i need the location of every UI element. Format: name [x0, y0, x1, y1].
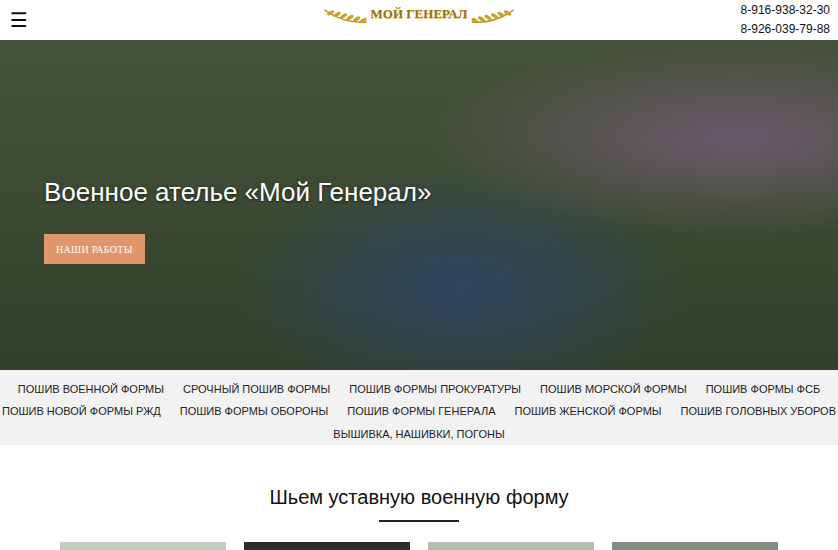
nav-item[interactable]: ВЫШИВКА, НАШИВКИ, ПОГОНЫ — [333, 428, 504, 440]
nav-item[interactable]: ПОШИВ ФОРМЫ ПРОКУРАТУРЫ — [349, 383, 521, 395]
nav-item[interactable]: ПОШИВ ФОРМЫ ОБОРОНЫ — [180, 405, 328, 417]
gallery-photo[interactable] — [244, 542, 410, 550]
laurel-left-icon — [323, 2, 369, 26]
nav-item[interactable]: ПОШИВ ГОЛОВНЫХ УБОРОВ — [681, 405, 836, 417]
nav-row: ВЫШИВКА, НАШИВКИ, ПОГОНЫ — [333, 423, 504, 445]
logo[interactable]: МОЙ ГЕНЕРАЛ — [323, 2, 516, 26]
service-nav: ПОШИВ ВОЕННОЙ ФОРМЫ СРОЧНЫЙ ПОШИВ ФОРМЫ ПО… — [0, 370, 838, 445]
nav-item[interactable]: ПОШИВ МОРСКОЙ ФОРМЫ — [540, 383, 687, 395]
phone-link[interactable]: 8-926-039-79-88 — [741, 22, 830, 37]
phone-link[interactable]: 8-916-938-32-30 — [741, 3, 830, 18]
gallery — [60, 542, 778, 550]
nav-item[interactable]: СРОЧНЫЙ ПОШИВ ФОРМЫ — [183, 383, 330, 395]
nav-item[interactable]: ПОШИВ НОВОЙ ФОРМЫ РЖД — [2, 405, 161, 417]
title-underline — [379, 520, 459, 522]
laurel-right-icon — [469, 2, 515, 26]
page: ☰ МОЙ ГЕНЕРАЛ 8-916-938-32-30 8-926-039-7… — [0, 0, 838, 550]
menu-button[interactable]: ☰ — [6, 8, 32, 32]
header: ☰ МОЙ ГЕНЕРАЛ 8-916-938-32-30 8-926-039-7… — [0, 0, 838, 40]
hero: Военное ателье «Мой Генерал» НАШИ РАБОТЫ — [0, 40, 838, 370]
gallery-photo[interactable] — [60, 542, 226, 550]
nav-item[interactable]: ПОШИВ ФОРМЫ ФСБ — [706, 383, 820, 395]
phones: 8-916-938-32-30 8-926-039-79-88 — [741, 3, 830, 37]
content: Шьем уставную военную форму — [0, 445, 838, 550]
works-button[interactable]: НАШИ РАБОТЫ — [44, 234, 145, 264]
gallery-photo[interactable] — [428, 542, 594, 550]
nav-item[interactable]: ПОШИВ ВОЕННОЙ ФОРМЫ — [18, 383, 164, 395]
nav-item[interactable]: ПОШИВ ФОРМЫ ГЕНЕРАЛА — [347, 405, 495, 417]
gallery-photo[interactable] — [612, 542, 778, 550]
nav-row: ПОШИВ НОВОЙ ФОРМЫ РЖД ПОШИВ ФОРМЫ ОБОРОНЫ… — [2, 400, 836, 422]
section-title: Шьем уставную военную форму — [269, 485, 568, 509]
nav-row: ПОШИВ ВОЕННОЙ ФОРМЫ СРОЧНЫЙ ПОШИВ ФОРМЫ ПО… — [18, 378, 820, 400]
nav-item[interactable]: ПОШИВ ЖЕНСКОЙ ФОРМЫ — [514, 405, 661, 417]
hero-title: Военное ателье «Мой Генерал» — [44, 177, 431, 208]
